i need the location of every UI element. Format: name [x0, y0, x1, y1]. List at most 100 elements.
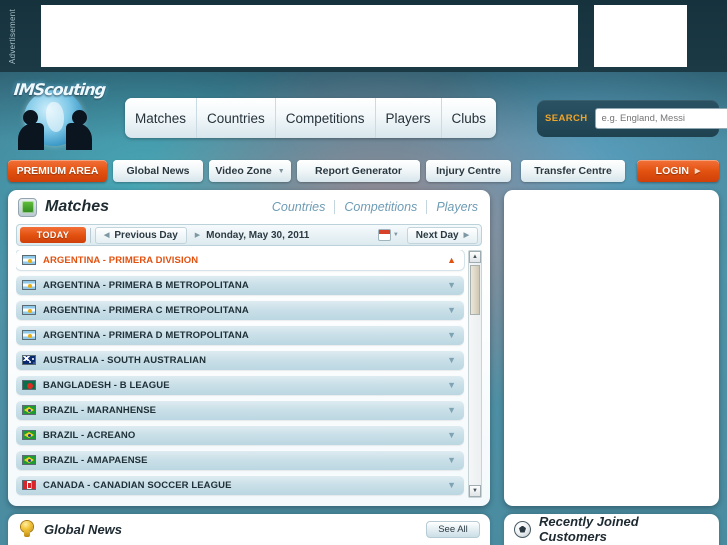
nav-item-countries[interactable]: Countries: [197, 98, 276, 138]
search-panel: SEARCH ⚲: [537, 100, 727, 137]
list-item[interactable]: ARGENTINA - PRIMERA C METROPOLITANA ▼: [16, 300, 464, 320]
flag-argentina-icon: [22, 305, 36, 315]
competition-name: BRAZIL - ACREANO: [43, 429, 136, 441]
advertisement-label: Advertisement: [8, 8, 17, 64]
injury-centre-label: Injury Centre: [436, 165, 501, 177]
competition-name: CANADA - CANADIAN SOCCER LEAGUE: [43, 479, 232, 491]
matches-tabs: Countries Competitions Players: [263, 200, 480, 214]
chevron-down-icon: ▼: [447, 304, 456, 315]
competition-name: BRAZIL - AMAPAENSE: [43, 454, 148, 466]
list-item[interactable]: ARGENTINA - PRIMERA D METROPOLITANA ▼: [16, 325, 464, 345]
right-sidebar-panel: [504, 190, 719, 506]
global-news-header: Global News See All: [8, 514, 490, 544]
date-display[interactable]: ▶ Monday, May 30, 2011 ▼: [191, 227, 403, 244]
soccer-ball-icon: [514, 520, 531, 538]
flag-argentina-icon: [22, 330, 36, 340]
scroll-down-icon[interactable]: ▼: [469, 485, 481, 497]
video-zone-button[interactable]: Video Zone ▼: [209, 160, 291, 182]
premium-area-button[interactable]: PREMIUM AREA: [8, 160, 107, 182]
matches-panel-header: Matches Countries Competitions Players: [8, 190, 490, 224]
flag-bangladesh-icon: [22, 380, 36, 390]
recently-joined-customers-title: Recently Joined Customers: [539, 514, 639, 544]
chevron-up-icon: ▲: [447, 254, 456, 265]
chevron-down-icon: ▼: [447, 454, 456, 465]
trophy-icon: [18, 520, 36, 538]
site-logo[interactable]: IMScouting: [8, 78, 118, 150]
previous-day-label: Previous Day: [114, 229, 178, 241]
list-item[interactable]: ARGENTINA - PRIMERA B METROPOLITANA ▼: [16, 275, 464, 295]
report-generator-label: Report Generator: [315, 165, 402, 177]
logo-wordmark: IMScouting: [12, 80, 107, 99]
competition-name: ARGENTINA - PRIMERA C METROPOLITANA: [43, 304, 249, 316]
list-item[interactable]: AUSTRALIA - SOUTH AUSTRALIAN ▼: [16, 350, 464, 370]
competition-list-inner: ARGENTINA - PRIMERA DIVISION ▲ ARGENTINA…: [16, 250, 464, 498]
chevron-right-icon: ▶: [694, 168, 701, 175]
global-news-panel: Global News See All: [8, 514, 490, 545]
competition-name: ARGENTINA - PRIMERA B METROPOLITANA: [43, 279, 249, 291]
report-generator-button[interactable]: Report Generator: [297, 160, 420, 182]
list-item[interactable]: ARGENTINA - PRIMERA DIVISION ▲: [16, 250, 464, 270]
secondary-navigation: PREMIUM AREA Global News Video Zone ▼ Re…: [0, 160, 727, 182]
advertisement-banner-main[interactable]: [41, 5, 578, 67]
injury-centre-button[interactable]: Injury Centre: [426, 160, 511, 182]
next-day-button[interactable]: Next Day ▶: [406, 226, 478, 244]
flag-australia-icon: [22, 355, 36, 365]
chevron-left-icon: ◀: [104, 232, 110, 239]
list-item[interactable]: BRAZIL - MARANHENSE ▼: [16, 400, 464, 420]
nav-item-clubs[interactable]: Clubs: [442, 98, 496, 138]
global-news-button[interactable]: Global News: [113, 160, 203, 182]
flag-argentina-icon: [22, 255, 36, 265]
chevron-down-icon: ▼: [392, 232, 399, 238]
chevron-down-icon: ▼: [447, 379, 456, 390]
list-item[interactable]: CANADA - CANADIAN SOCCER LEAGUE ▼: [16, 475, 464, 495]
recently-joined-customers-panel: Recently Joined Customers: [504, 514, 719, 545]
competition-name: BRAZIL - MARANHENSE: [43, 404, 157, 416]
chevron-down-icon: ▼: [447, 329, 456, 340]
competition-name: AUSTRALIA - SOUTH AUSTRALIAN: [43, 354, 207, 366]
tab-players[interactable]: Players: [427, 200, 480, 214]
chevron-down-icon: ▼: [447, 354, 456, 365]
scroll-up-icon[interactable]: ▲: [469, 251, 481, 263]
search-label: SEARCH: [545, 113, 588, 124]
advertisement-strip: Advertisement: [0, 0, 727, 72]
tab-countries[interactable]: Countries: [263, 200, 336, 214]
recently-joined-customers-header: Recently Joined Customers: [504, 514, 719, 544]
transfer-centre-button[interactable]: Transfer Centre: [521, 160, 625, 182]
stadium-icon: [18, 197, 37, 217]
search-box[interactable]: ⚲: [594, 108, 727, 129]
competition-name: BANGLADESH - B LEAGUE: [43, 379, 170, 391]
calendar-icon[interactable]: [377, 229, 391, 241]
list-scrollbar[interactable]: ▲ ▼: [468, 250, 482, 498]
global-news-title: Global News: [44, 521, 123, 537]
nav-item-players[interactable]: Players: [376, 98, 442, 138]
global-news-label: Global News: [126, 165, 190, 177]
today-button[interactable]: TODAY: [20, 227, 86, 243]
competition-name: ARGENTINA - PRIMERA DIVISION: [43, 254, 199, 266]
tab-competitions[interactable]: Competitions: [335, 200, 428, 214]
scrollbar-thumb[interactable]: [470, 265, 480, 315]
competition-name: ARGENTINA - PRIMERA D METROPOLITANA: [43, 329, 249, 341]
nav-item-matches[interactable]: Matches: [125, 98, 197, 138]
chevron-down-icon: ▼: [447, 279, 456, 290]
matches-panel: Matches Countries Competitions Players T…: [8, 190, 490, 506]
nav-item-competitions[interactable]: Competitions: [276, 98, 376, 138]
premium-area-label: PREMIUM AREA: [16, 165, 99, 177]
person-silhouette-left-icon: [18, 110, 44, 150]
list-item[interactable]: BRAZIL - AMAPAENSE ▼: [16, 450, 464, 470]
search-input[interactable]: [601, 113, 727, 124]
list-item[interactable]: BRAZIL - ACREANO ▼: [16, 425, 464, 445]
transfer-centre-label: Transfer Centre: [534, 165, 612, 177]
chevron-right-icon: ▶: [194, 232, 201, 239]
previous-day-button[interactable]: ◀ Previous Day: [95, 226, 187, 244]
page-title: Matches: [45, 198, 110, 215]
flag-brazil-icon: [22, 430, 36, 440]
next-day-label: Next Day: [415, 229, 459, 241]
list-item[interactable]: BANGLADESH - B LEAGUE ▼: [16, 375, 464, 395]
flag-argentina-icon: [22, 280, 36, 290]
competition-list: ARGENTINA - PRIMERA DIVISION ▲ ARGENTINA…: [16, 250, 482, 498]
flag-canada-icon: [22, 480, 36, 490]
advertisement-banner-side[interactable]: [594, 5, 687, 67]
login-button[interactable]: LOGIN ▶: [637, 160, 719, 182]
see-all-button[interactable]: See All: [426, 520, 480, 538]
current-date-label: Monday, May 30, 2011: [206, 229, 310, 241]
